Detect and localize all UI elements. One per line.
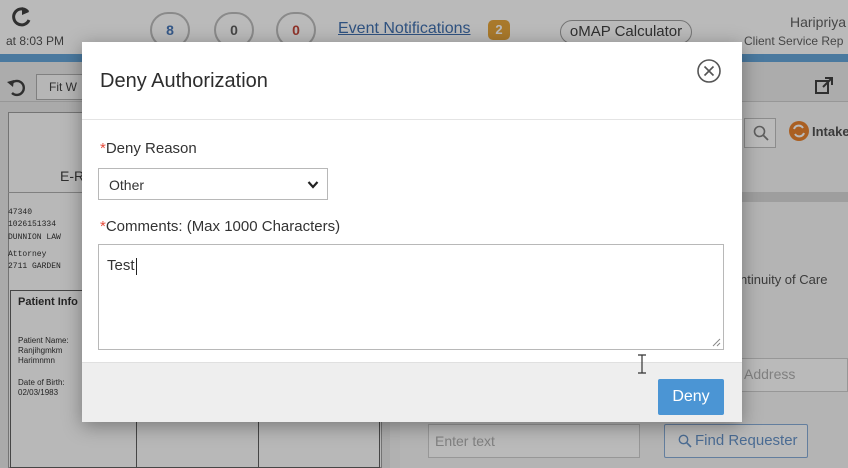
deny-reason-label-text: Deny Reason (105, 140, 197, 157)
comments-label: *Comments: (Max 1000 Characters) (100, 218, 340, 235)
deny-reason-select[interactable]: Other (98, 168, 328, 200)
dialog-title: Deny Authorization (100, 70, 268, 92)
chevron-down-icon (307, 181, 319, 189)
close-icon[interactable] (696, 58, 722, 84)
comments-label-text: Comments: (Max 1000 Characters) (105, 218, 341, 235)
deny-button[interactable]: Deny (658, 379, 724, 415)
resize-grip-icon[interactable] (711, 337, 721, 347)
comments-value: Test (107, 257, 137, 275)
comments-textarea[interactable]: Test (98, 244, 724, 350)
text-caret (135, 257, 137, 275)
dialog-header: Deny Authorization (82, 42, 742, 120)
text-cursor-icon (638, 354, 646, 374)
deny-reason-label: *Deny Reason (100, 140, 197, 157)
deny-reason-selected-value: Other (109, 177, 145, 193)
comments-text: Test (107, 257, 135, 274)
